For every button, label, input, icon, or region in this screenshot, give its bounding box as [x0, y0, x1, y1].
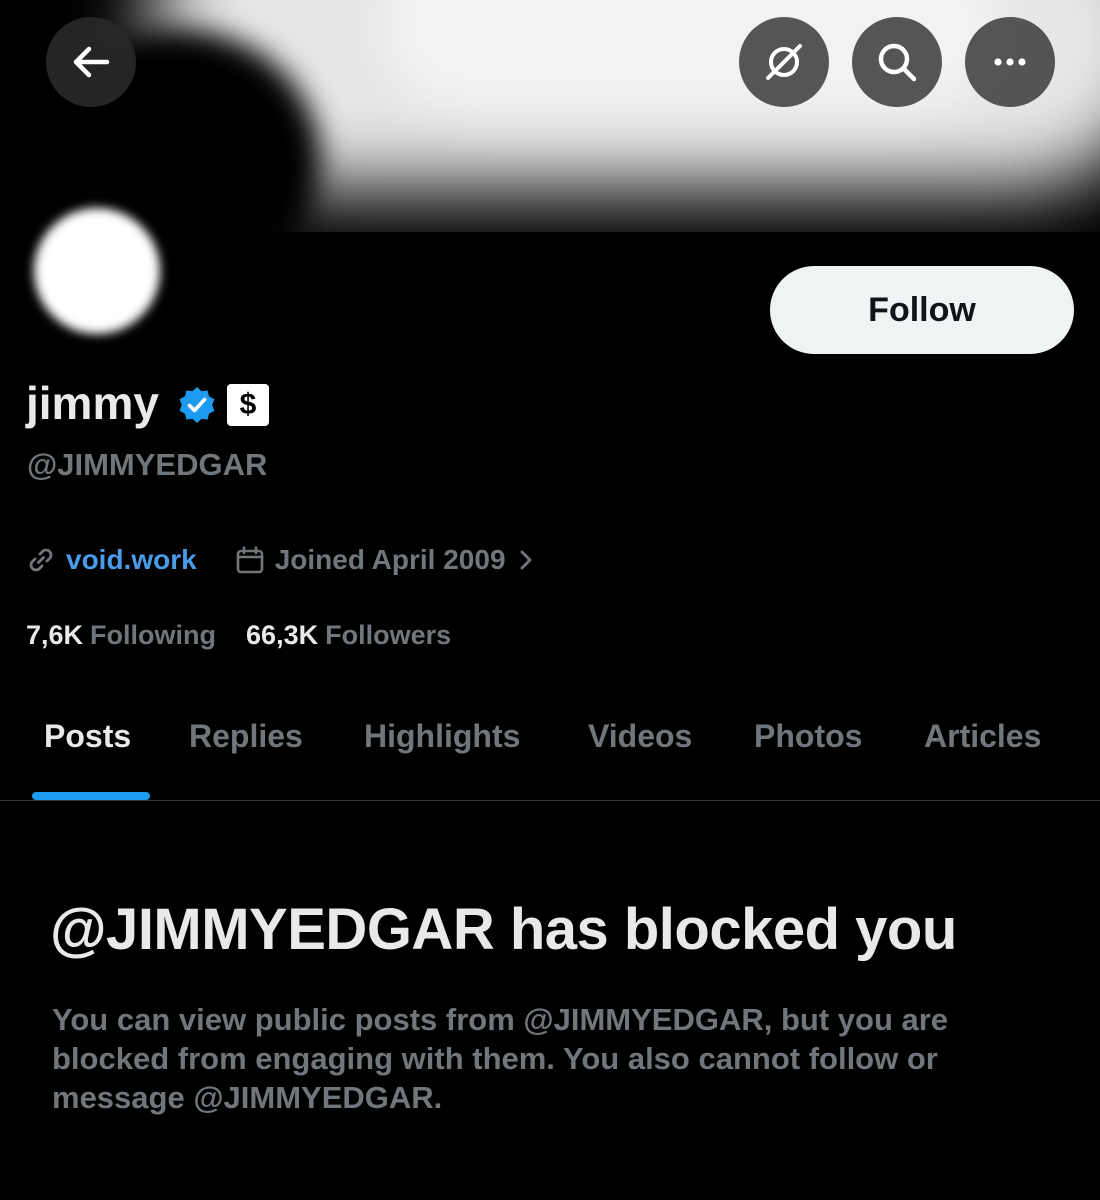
- verified-badge-icon[interactable]: [177, 385, 217, 425]
- profile-handle: @JIMMYEDGAR: [27, 447, 268, 482]
- following-label: Following: [90, 620, 217, 650]
- followers-label: Followers: [325, 620, 452, 650]
- link-icon: [29, 548, 53, 572]
- joined-date[interactable]: Joined April 2009: [275, 544, 506, 576]
- follow-stats: 7,6K Following 66,3K Followers: [26, 620, 451, 651]
- search-icon: [878, 43, 917, 82]
- following-link[interactable]: 7,6K Following: [26, 620, 216, 651]
- more-options-button[interactable]: [965, 17, 1055, 107]
- chevron-right-icon[interactable]: [518, 548, 534, 572]
- following-count: 7,6K: [26, 620, 84, 650]
- profile-meta: void.work Joined April 2009: [26, 540, 534, 580]
- active-tab-indicator: [32, 792, 150, 800]
- grok-button[interactable]: [739, 17, 829, 107]
- profile-tabs: Posts Replies Highlights Videos Photos A…: [0, 700, 1100, 801]
- tab-replies[interactable]: Replies: [189, 718, 303, 755]
- calendar-icon: [236, 546, 264, 574]
- blocked-title: @JIMMYEDGAR has blocked you: [50, 897, 957, 962]
- display-name-row: jimmy $: [26, 376, 269, 430]
- profile-banner[interactable]: [0, 0, 1100, 232]
- website-link[interactable]: void.work: [66, 544, 197, 576]
- avatar[interactable]: [28, 202, 166, 340]
- slashed-circle-icon: [766, 44, 802, 80]
- tab-articles[interactable]: Articles: [924, 718, 1041, 755]
- followers-count: 66,3K: [246, 620, 319, 650]
- more-dots-icon: [994, 58, 1026, 66]
- tab-posts[interactable]: Posts: [44, 718, 131, 755]
- blocked-description: You can view public posts from @JIMMYEDG…: [52, 1002, 949, 1115]
- tab-highlights[interactable]: Highlights: [364, 718, 520, 755]
- avatar-image: [34, 208, 160, 334]
- tab-photos[interactable]: Photos: [754, 718, 862, 755]
- search-button[interactable]: [852, 17, 942, 107]
- back-button[interactable]: [46, 17, 136, 107]
- tab-videos[interactable]: Videos: [588, 718, 692, 755]
- arrow-left-icon: [73, 46, 110, 78]
- followers-link[interactable]: 66,3K Followers: [246, 620, 451, 651]
- follow-button[interactable]: Follow: [770, 266, 1074, 354]
- display-name: jimmy: [26, 377, 159, 429]
- affiliate-badge[interactable]: $: [226, 384, 269, 426]
